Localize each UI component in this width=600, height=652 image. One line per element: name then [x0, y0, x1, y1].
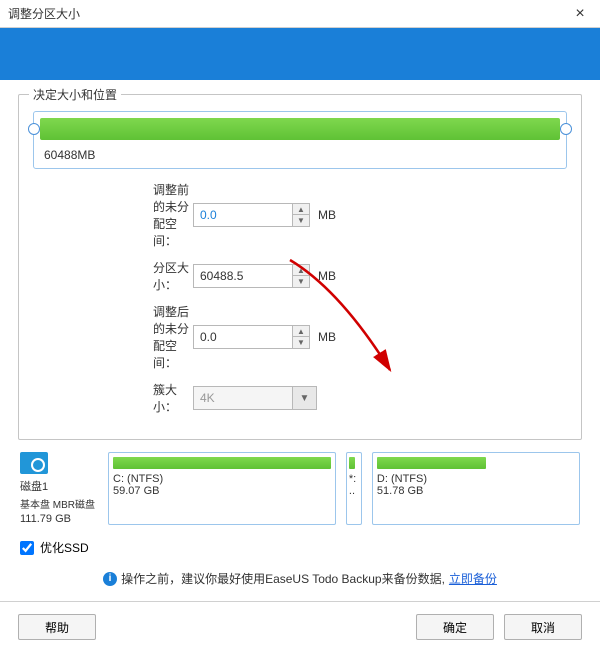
after-label: 调整后的未分配空间： — [33, 303, 193, 371]
partition-c[interactable]: C: (NTFS) 59.07 GB — [108, 452, 336, 525]
unit-label: MB — [318, 269, 336, 283]
usage-bar — [377, 457, 486, 469]
backup-link[interactable]: 立即备份 — [449, 570, 497, 587]
optimize-label: 优化SSD — [40, 539, 89, 556]
info-icon: i — [103, 572, 117, 586]
partition-name: C: (NTFS) — [113, 473, 331, 485]
backup-hint: i 操作之前，建议你最好使用EaseUS Todo Backup来备份数据, 立… — [18, 570, 582, 587]
size-label: 60488MB — [40, 140, 560, 168]
partition-size: 51.78 GB — [377, 485, 575, 497]
cluster-label: 簇大小： — [33, 381, 193, 415]
disk-layout: 磁盘1 基本盘 MBR磁盘 111.79 GB C: (NTFS) 59.07 … — [18, 452, 582, 525]
before-label: 调整前的未分配空间： — [33, 181, 193, 249]
help-button[interactable]: 帮助 — [18, 614, 96, 640]
disk-name: 磁盘1 — [20, 478, 98, 494]
usage-bar — [40, 118, 560, 140]
footer: 帮助 确定 取消 — [0, 601, 600, 652]
disk-icon — [20, 452, 48, 474]
usage-bar — [113, 457, 331, 469]
partition-name: *: — [349, 473, 359, 485]
size-input[interactable] — [193, 264, 293, 288]
partition-size: .. — [349, 485, 359, 497]
partition-slider[interactable]: 60488MB — [33, 111, 567, 169]
stepper-down-icon[interactable]: ▼ — [293, 215, 309, 226]
partition-mid[interactable]: *: .. — [346, 452, 362, 525]
stepper-up-icon[interactable]: ▲ — [293, 204, 309, 215]
disk-type: 基本盘 MBR磁盘 — [20, 496, 98, 511]
cluster-select[interactable]: 4K ▼ — [193, 386, 317, 410]
usage-bar — [349, 457, 355, 469]
group-title: 决定大小和位置 — [29, 86, 121, 103]
cluster-value: 4K — [193, 386, 293, 410]
handle-right[interactable] — [560, 123, 572, 135]
stepper-up-icon[interactable]: ▲ — [293, 326, 309, 337]
ok-button[interactable]: 确定 — [416, 614, 494, 640]
disk-info: 磁盘1 基本盘 MBR磁盘 111.79 GB — [20, 452, 98, 525]
before-input[interactable] — [193, 203, 293, 227]
partition-size: 59.07 GB — [113, 485, 331, 497]
after-input[interactable] — [193, 325, 293, 349]
size-position-group: 决定大小和位置 60488MB 调整前的未分配空间： ▲▼ MB 分区大小： ▲… — [18, 94, 582, 440]
unit-label: MB — [318, 208, 336, 222]
partition-name: D: (NTFS) — [377, 473, 575, 485]
size-field-label: 分区大小： — [33, 259, 193, 293]
optimize-ssd-option[interactable]: 优化SSD — [20, 539, 582, 556]
stepper-down-icon[interactable]: ▼ — [293, 276, 309, 287]
window-title: 调整分区大小 — [8, 5, 80, 22]
titlebar: 调整分区大小 × — [0, 0, 600, 28]
stepper-down-icon[interactable]: ▼ — [293, 337, 309, 348]
handle-left[interactable] — [28, 123, 40, 135]
unit-label: MB — [318, 330, 336, 344]
cancel-button[interactable]: 取消 — [504, 614, 582, 640]
close-icon[interactable]: × — [568, 2, 592, 26]
chevron-down-icon[interactable]: ▼ — [293, 386, 317, 410]
hint-text: 操作之前，建议你最好使用EaseUS Todo Backup来备份数据, — [121, 570, 445, 587]
disk-total: 111.79 GB — [20, 513, 98, 525]
stepper-up-icon[interactable]: ▲ — [293, 265, 309, 276]
partition-d[interactable]: D: (NTFS) 51.78 GB — [372, 452, 580, 525]
header-banner — [0, 28, 600, 80]
optimize-checkbox[interactable] — [20, 541, 34, 555]
